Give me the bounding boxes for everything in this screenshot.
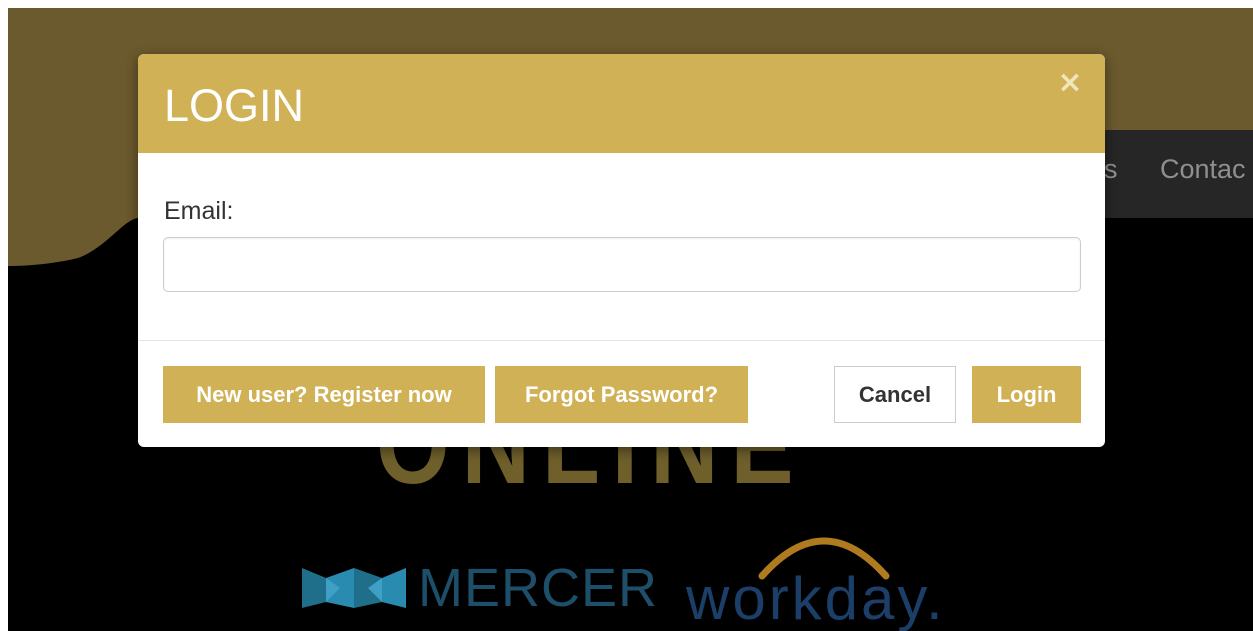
modal-footer-divider: [138, 340, 1105, 341]
mercer-mark-icon: [302, 568, 406, 608]
nav-item-partial[interactable]: s: [1104, 154, 1118, 185]
register-button[interactable]: New user? Register now: [163, 366, 485, 423]
cancel-button[interactable]: Cancel: [834, 366, 956, 423]
workday-logo: workday.: [686, 520, 956, 631]
email-label: Email:: [164, 197, 234, 225]
workday-logo-text: workday.: [686, 565, 946, 631]
mercer-logo-text: MERCER: [418, 558, 659, 618]
modal-title: LOGIN: [164, 80, 305, 131]
nav-item-contact[interactable]: Contac: [1160, 154, 1246, 185]
close-icon[interactable]: ×: [1055, 68, 1085, 98]
login-button[interactable]: Login: [972, 366, 1081, 423]
mercer-logo: MERCER: [298, 558, 658, 618]
login-modal: LOGIN × Email: New user? Register now Fo…: [138, 54, 1105, 447]
email-field[interactable]: [163, 237, 1081, 292]
forgot-password-button[interactable]: Forgot Password?: [495, 366, 748, 423]
modal-header: LOGIN ×: [138, 54, 1105, 153]
